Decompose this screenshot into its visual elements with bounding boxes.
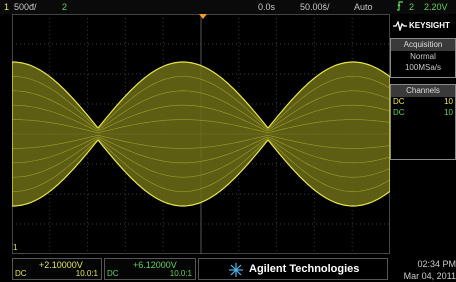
ch1-bottom-coupling: DC <box>15 269 27 278</box>
acquisition-title: Acquisition <box>391 39 455 51</box>
ch2-offset-box[interactable]: +6.12000V DC 10.0:1 <box>104 258 196 280</box>
company-banner: Agilent Technologies <box>198 258 388 280</box>
time-scale[interactable]: 50.00š/ <box>300 0 330 14</box>
ch1-scale[interactable]: 500đ/ <box>14 0 37 14</box>
channel-row-1: DC 10 <box>391 97 455 108</box>
agilent-spark-icon <box>229 263 243 277</box>
brand-logo: KEYSIGHT <box>390 14 456 36</box>
ch2-coupling: DC <box>393 108 405 117</box>
sample-rate: 100MSa/s <box>404 63 442 72</box>
channels-title: Channels <box>391 85 455 97</box>
ch1-coupling: DC <box>393 97 405 106</box>
status-bar: 1 500đ/ 2 0.0s 50.00š/ Auto 2 2.20V <box>0 0 456 14</box>
side-panel: KEYSIGHT Acquisition Normal 100MSa/s Cha… <box>390 14 456 254</box>
clock-date: Mar 04, 2011 <box>403 271 456 281</box>
trigger-mode[interactable]: Auto <box>354 0 373 14</box>
clock: 02:34 PM Mar 04, 2011 <box>392 258 456 282</box>
brand-name: KEYSIGHT <box>409 21 450 30</box>
ch2-bottom-probe: 10.0:1 <box>169 269 192 278</box>
ch2-probe: 10 <box>444 108 453 117</box>
clock-time: 02:34 PM <box>417 259 456 269</box>
channels-box[interactable]: Channels DC 10 DC 10 <box>390 84 456 160</box>
ch1-offset-box[interactable]: +2.10000V DC 10.0:1 <box>12 258 102 280</box>
ch1-probe: 10 <box>444 97 453 106</box>
trigger-level[interactable]: 2.20V <box>424 0 448 14</box>
ch1-ground-marker: 1 <box>13 243 18 252</box>
ch2-bottom-coupling: DC <box>107 269 119 278</box>
company-name: Agilent Technologies <box>249 263 360 275</box>
keysight-wave-icon <box>393 21 407 31</box>
trigger-channel[interactable]: 2 <box>409 0 414 14</box>
ch1-waveform-envelope <box>11 61 391 207</box>
ch1-bottom-probe: 10.0:1 <box>75 269 98 278</box>
acquisition-box[interactable]: Acquisition Normal 100MSa/s <box>390 38 456 78</box>
ch1-number[interactable]: 1 <box>4 0 9 14</box>
trigger-position-marker <box>199 14 207 19</box>
ch2-number[interactable]: 2 <box>62 0 67 14</box>
channel-row-2: DC 10 <box>391 108 455 119</box>
time-offset[interactable]: 0.0s <box>258 0 275 14</box>
acquisition-mode: Normal <box>410 52 436 61</box>
waveform-display[interactable]: 1 <box>11 14 391 254</box>
